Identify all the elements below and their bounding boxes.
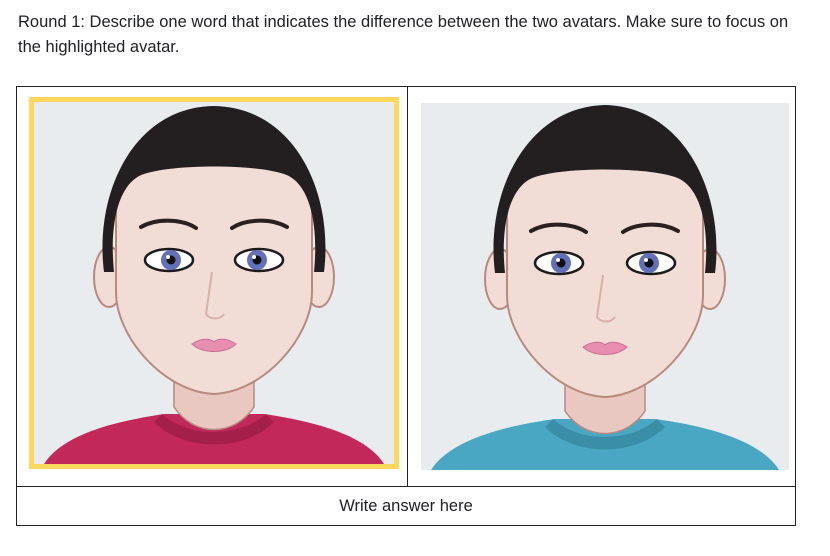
round-instructions: Round 1: Describe one word that indicate…: [18, 13, 789, 56]
highlighted-avatar[interactable]: [29, 97, 399, 469]
comparison-avatar[interactable]: [421, 103, 789, 470]
comparison-panel: Write answer here: [16, 86, 796, 526]
avatar-blue-shirt-image: [421, 103, 789, 470]
avatar-red-shirt-image: [34, 102, 394, 464]
column-divider: [407, 87, 408, 486]
answer-input[interactable]: Write answer here: [17, 487, 795, 525]
avatar-row: [17, 87, 795, 486]
